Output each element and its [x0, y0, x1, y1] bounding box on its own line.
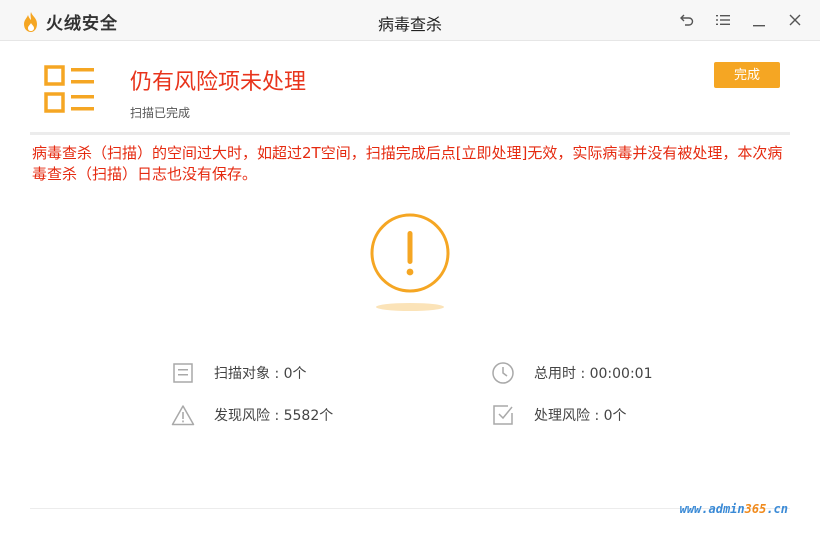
risks-found-text: 发现风险 : 5582个 — [214, 408, 334, 424]
stat-scan-objects: 扫描对象 : 0个 — [171, 361, 307, 385]
close-icon — [789, 14, 801, 26]
back-button[interactable] — [674, 8, 700, 32]
warning-message: 病毒查杀（扫描）的空间过大时，如超过2T空间，扫描完成后点[立即处理]无效，实际… — [32, 144, 783, 183]
watermark-highlight: 365 — [744, 502, 767, 516]
checkbox-icon — [491, 403, 515, 427]
total-time-text: 总用时 : 00:00:01 — [534, 366, 653, 382]
status-title: 仍有风险项未处理 — [130, 70, 307, 95]
footer-divider — [30, 508, 790, 509]
warning-triangle-icon — [171, 403, 195, 427]
risks-handled-text: 处理风险 : 0个 — [534, 408, 627, 424]
menu-button[interactable] — [710, 8, 736, 32]
document-icon — [171, 361, 195, 385]
watermark-suffix: .cn — [766, 502, 788, 516]
menu-icon — [716, 15, 730, 25]
done-button[interactable]: 完成 — [714, 62, 780, 88]
status-subtitle: 扫描已完成 — [130, 106, 191, 120]
watermark-prefix: www.admin — [679, 502, 745, 516]
minimize-icon — [753, 25, 765, 27]
scan-objects-text: 扫描对象 : 0个 — [214, 366, 307, 382]
exclamation-icon — [370, 213, 450, 311]
status-header: 仍有风险项未处理 扫描已完成 完成 — [30, 40, 790, 135]
stat-risks-found: 发现风险 : 5582个 — [171, 403, 333, 427]
stat-risks-handled: 处理风险 : 0个 — [491, 403, 627, 427]
title-bar: 火绒安全 病毒查杀 — [0, 0, 820, 41]
alert-graphic — [360, 208, 460, 318]
list-icon — [44, 65, 94, 113]
clock-icon — [491, 361, 515, 385]
window-controls — [664, 8, 808, 32]
close-button[interactable] — [782, 8, 808, 32]
stat-total-time: 总用时 : 00:00:01 — [491, 361, 653, 385]
minimize-button[interactable] — [746, 8, 772, 32]
back-arrow-icon — [680, 14, 694, 26]
watermark: www.admin365.cn — [680, 502, 788, 516]
